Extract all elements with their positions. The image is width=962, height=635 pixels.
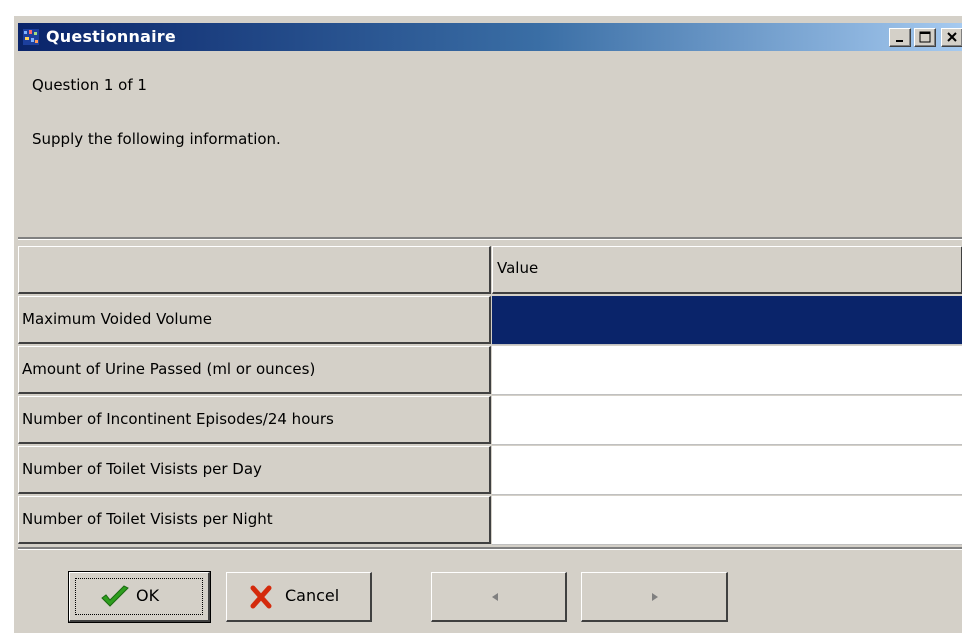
maximize-icon <box>919 31 931 43</box>
ok-button[interactable]: OK <box>68 571 211 623</box>
footer-divider <box>18 547 962 550</box>
table-row: Maximum Voided Volume <box>18 296 962 346</box>
row-label: Amount of Urine Passed (ml or ounces) <box>18 346 491 394</box>
questionnaire-window: Questionnaire Question 1 of 1 Supply the… <box>14 16 962 633</box>
cancel-button[interactable]: Cancel <box>226 572 372 622</box>
title-bar[interactable]: Questionnaire <box>18 23 962 51</box>
divider <box>18 237 962 240</box>
value-cell-incontinent-episodes[interactable] <box>492 396 962 445</box>
minimize-icon <box>896 40 903 42</box>
table-row: Number of Toilet Visists per Day <box>18 446 962 496</box>
close-icon <box>947 32 957 42</box>
row-label: Number of Toilet Visists per Night <box>18 496 491 544</box>
minimize-button[interactable] <box>889 28 911 47</box>
column-header-value: Value <box>492 246 962 294</box>
ok-label: OK <box>136 586 160 605</box>
table-row: Number of Incontinent Episodes/24 hours <box>18 396 962 446</box>
grid-corner-cell <box>18 246 491 294</box>
answer-grid: Value Maximum Voided Volume Amount of Ur… <box>18 246 962 549</box>
app-icon <box>23 29 39 45</box>
grid-header-row: Value <box>18 246 962 296</box>
value-cell-toilet-visits-day[interactable] <box>492 446 962 495</box>
cancel-label: Cancel <box>285 586 340 605</box>
left-arrow-icon <box>492 593 498 601</box>
next-question-button[interactable] <box>581 572 728 622</box>
value-cell-toilet-visits-night[interactable] <box>492 496 962 545</box>
row-label: Number of Incontinent Episodes/24 hours <box>18 396 491 444</box>
value-cell-amount-of-urine-passed[interactable] <box>492 346 962 395</box>
previous-question-button[interactable] <box>431 572 567 622</box>
close-button[interactable] <box>941 28 962 47</box>
question-instruction: Supply the following information. <box>32 130 281 148</box>
maximize-button[interactable] <box>914 28 936 47</box>
row-label: Number of Toilet Visists per Day <box>18 446 491 494</box>
table-row: Amount of Urine Passed (ml or ounces) <box>18 346 962 396</box>
right-arrow-icon <box>652 593 658 601</box>
window-title: Questionnaire <box>46 27 176 46</box>
cancel-x-icon <box>250 585 272 609</box>
check-icon <box>101 585 129 607</box>
value-cell-maximum-voided-volume[interactable] <box>492 296 962 345</box>
question-progress: Question 1 of 1 <box>32 76 147 94</box>
table-row: Number of Toilet Visists per Night <box>18 496 962 546</box>
row-label: Maximum Voided Volume <box>18 296 491 344</box>
